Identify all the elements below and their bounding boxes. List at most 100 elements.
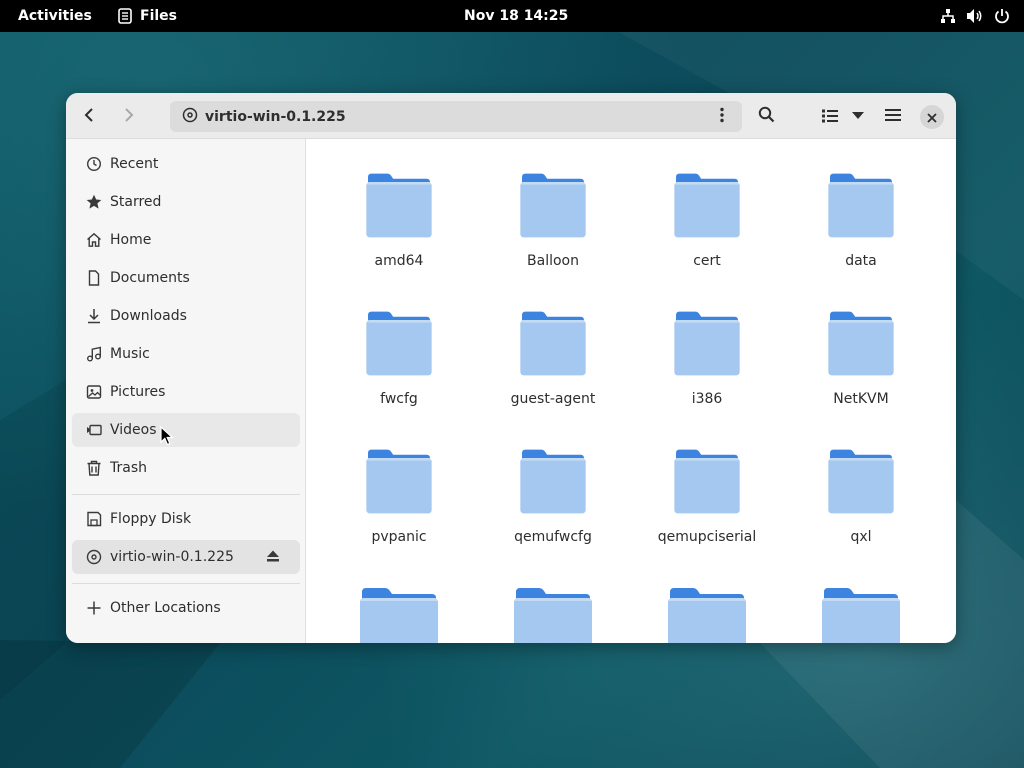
sidebar-item-recent[interactable]: Recent (72, 147, 300, 181)
sidebar-separator (72, 494, 300, 495)
main-menu-button[interactable] (877, 101, 909, 131)
folder-icon (514, 588, 592, 643)
sidebar-item-label: Documents (110, 270, 190, 286)
folder-icon (674, 449, 740, 514)
app-menu-button[interactable]: Files (108, 3, 187, 29)
folder-item[interactable]: i386 (637, 277, 777, 407)
folder-icon (360, 588, 438, 643)
sidebar-item-label: Trash (110, 460, 147, 476)
folder-name: cert (693, 253, 721, 269)
sidebar-item-virtio-win[interactable]: virtio-win-0.1.225 (72, 540, 300, 574)
folder-item[interactable]: amd64 (329, 139, 469, 269)
path-bar[interactable]: virtio-win-0.1.225 (170, 101, 742, 132)
folder-item[interactable] (483, 553, 623, 643)
folder-name: data (845, 253, 877, 269)
folder-item[interactable]: qemufwcfg (483, 415, 623, 545)
folder-item[interactable]: data (791, 139, 931, 269)
file-grid: amd64 Balloon cert data fwcfg guest-agent i386… (307, 139, 956, 643)
folder-item[interactable]: pvpanic (329, 415, 469, 545)
sidebar-item-label: Other Locations (110, 600, 221, 616)
folder-item[interactable]: Balloon (483, 139, 623, 269)
clock-button[interactable]: Nov 18 14:25 (452, 3, 580, 29)
forward-button[interactable] (112, 101, 144, 131)
eject-icon[interactable] (266, 549, 280, 567)
folder-name: fwcfg (380, 391, 418, 407)
folder-icon (520, 311, 586, 376)
sidebar-item-pictures[interactable]: Pictures (72, 375, 300, 409)
close-button[interactable] (920, 105, 944, 129)
sidebar-item-label: Videos (110, 422, 157, 438)
folder-icon (828, 449, 894, 514)
folder-name: amd64 (374, 253, 424, 269)
folder-icon (520, 173, 586, 238)
sidebar-item-starred[interactable]: Starred (72, 185, 300, 219)
sidebar-item-floppy-disk[interactable]: Floppy Disk (72, 502, 300, 536)
list-view-icon[interactable] (816, 109, 844, 123)
folder-item[interactable] (791, 553, 931, 643)
folder-item[interactable]: qxl (791, 415, 931, 545)
sidebar-item-label: Music (110, 346, 150, 362)
close-icon (927, 108, 937, 127)
folder-name: NetKVM (833, 391, 889, 407)
picture-icon (86, 384, 102, 400)
files-app-icon (118, 8, 132, 24)
clock-icon (86, 156, 102, 172)
folder-icon (828, 311, 894, 376)
folder-name: i386 (691, 391, 723, 407)
folder-item[interactable]: cert (637, 139, 777, 269)
sidebar-item-label: Recent (110, 156, 159, 172)
sidebar: Recent Starred Home Documents Downloads … (66, 139, 306, 643)
folder-name: qxl (850, 529, 872, 545)
folder-name: qemupciserial (657, 529, 757, 545)
sidebar-item-downloads[interactable]: Downloads (72, 299, 300, 333)
home-icon (86, 232, 102, 248)
folder-item[interactable]: qemupciserial (637, 415, 777, 545)
floppy-icon (86, 511, 102, 527)
sidebar-item-label: Floppy Disk (110, 511, 192, 527)
disc-icon (182, 107, 198, 127)
view-toggle[interactable] (816, 101, 872, 131)
trash-icon (86, 460, 102, 476)
folder-item[interactable]: NetKVM (791, 277, 931, 407)
document-icon (86, 270, 102, 286)
folder-item[interactable] (329, 553, 469, 643)
folder-icon (366, 449, 432, 514)
back-button[interactable] (74, 101, 106, 131)
back-icon (84, 107, 96, 126)
sidebar-item-label: Pictures (110, 384, 166, 400)
sidebar-item-other-locations[interactable]: Other Locations (72, 591, 300, 625)
disc-icon (86, 549, 102, 565)
sidebar-item-trash[interactable]: Trash (72, 451, 300, 485)
plus-icon (86, 600, 102, 616)
sidebar-item-music[interactable]: Music (72, 337, 300, 371)
path-menu-button[interactable] (708, 102, 736, 131)
sidebar-item-label: Starred (110, 194, 162, 210)
activities-button[interactable]: Activities (6, 3, 104, 29)
folder-icon (822, 588, 900, 643)
sidebar-item-label: Home (110, 232, 152, 248)
header-bar: virtio-win-0.1.225 (66, 93, 956, 139)
system-menu-button[interactable] (934, 3, 1016, 29)
files-window: virtio-win-0.1.225 Recent Starred Home D… (66, 93, 956, 643)
video-icon (86, 422, 102, 438)
folder-item[interactable]: guest-agent (483, 277, 623, 407)
hamburger-menu-icon (885, 107, 901, 126)
folder-icon (674, 311, 740, 376)
sidebar-item-documents[interactable]: Documents (72, 261, 300, 295)
folder-item[interactable]: fwcfg (329, 277, 469, 407)
dropdown-icon[interactable] (844, 112, 872, 120)
folder-item[interactable] (637, 553, 777, 643)
sidebar-item-label: virtio-win-0.1.225 (110, 549, 234, 565)
path-location[interactable]: virtio-win-0.1.225 (205, 109, 346, 125)
folder-icon (674, 173, 740, 238)
folder-icon (828, 173, 894, 238)
sidebar-item-videos[interactable]: Videos (72, 413, 300, 447)
search-icon (758, 106, 775, 127)
sidebar-separator (72, 583, 300, 584)
folder-name: guest-agent (510, 391, 596, 407)
search-button[interactable] (750, 101, 782, 131)
network-icon (940, 8, 956, 24)
sidebar-item-home[interactable]: Home (72, 223, 300, 257)
folder-name: Balloon (527, 253, 579, 269)
app-name: Files (140, 8, 177, 24)
